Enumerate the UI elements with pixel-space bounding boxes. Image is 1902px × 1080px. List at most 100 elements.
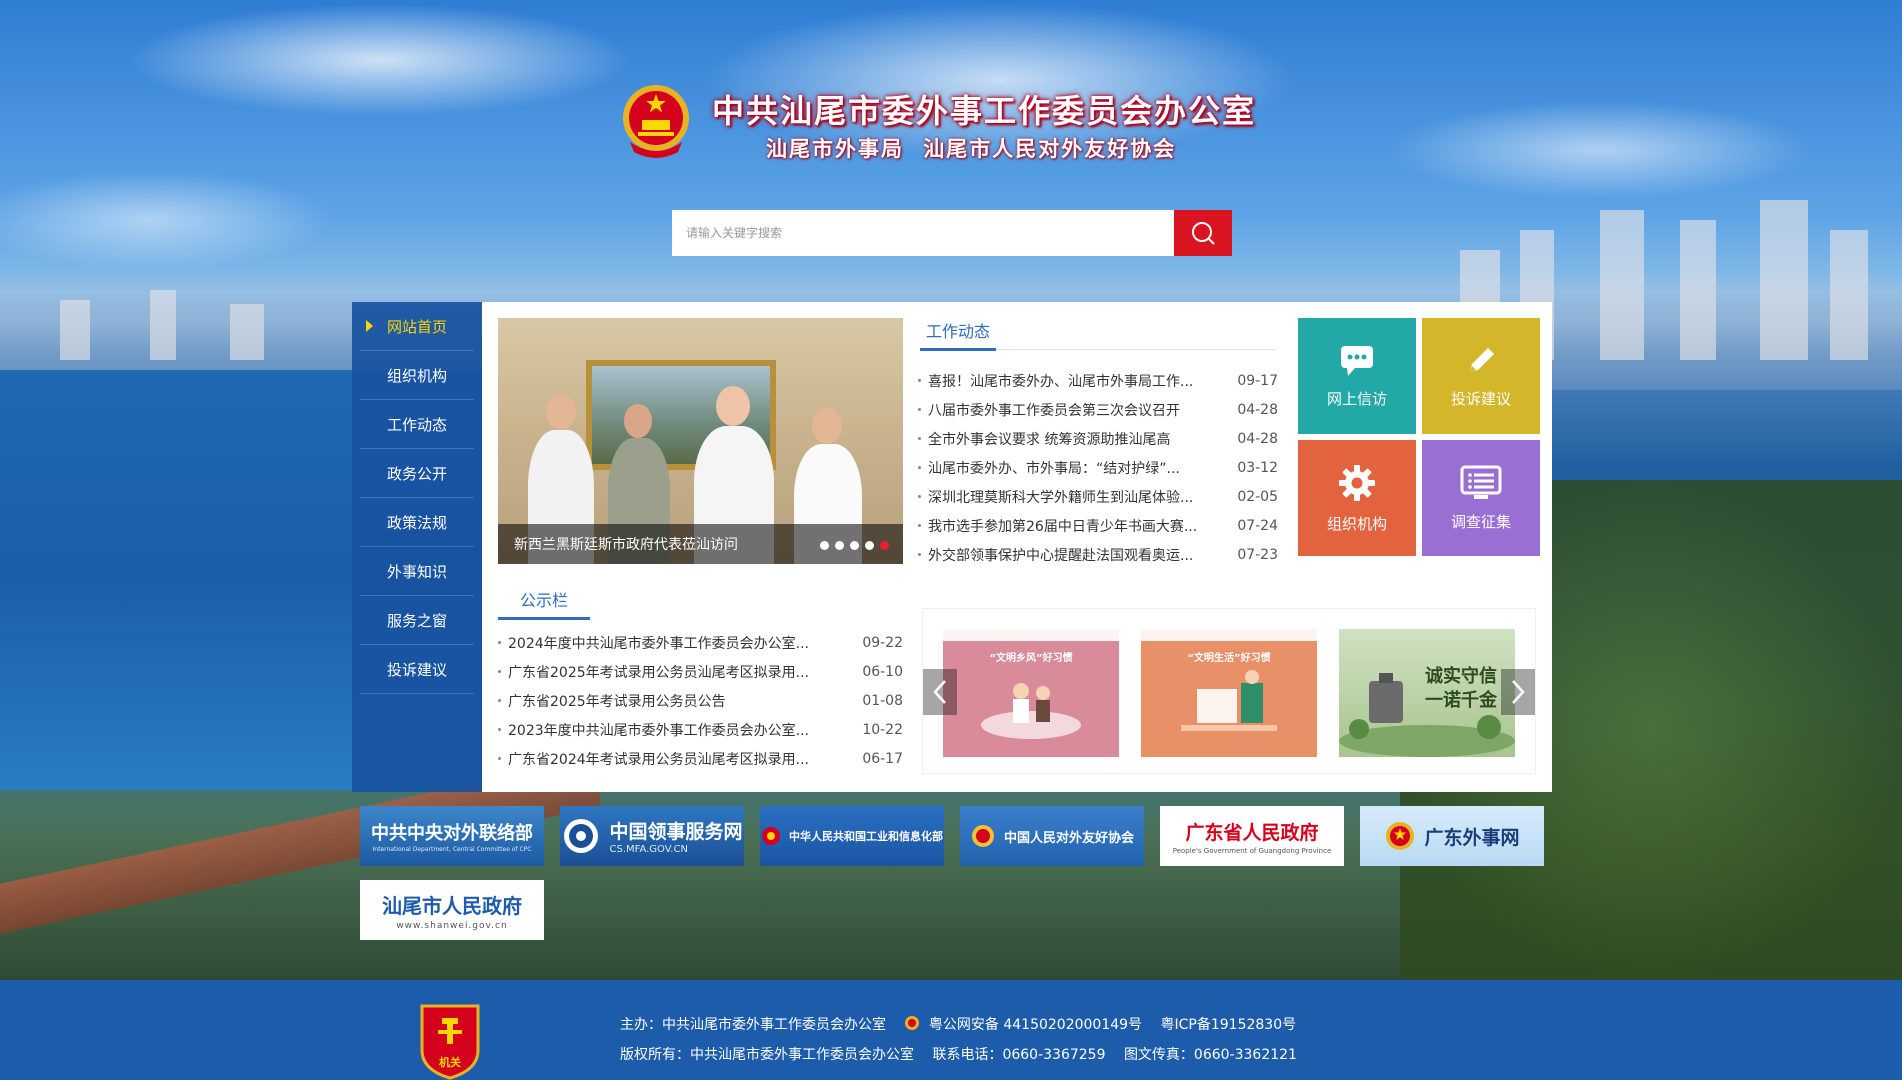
poster-card[interactable]: 诚实守信 一诺千金 bbox=[1339, 629, 1515, 757]
carousel-prev-button[interactable] bbox=[923, 669, 957, 715]
side-navigation: 网站首页 组织机构 工作动态 政务公开 政策法规 外事知识 服务之窗 投诉建议 bbox=[352, 302, 482, 792]
nav-item-work-news[interactable]: 工作动态 bbox=[360, 400, 474, 449]
news-item-title: 我市选手参加第26届中日青少年书画大赛... bbox=[918, 516, 1197, 536]
search-bar bbox=[672, 210, 1232, 256]
pencil-icon bbox=[1470, 347, 1494, 372]
nav-item-organization[interactable]: 组织机构 bbox=[360, 351, 474, 400]
notice-title[interactable]: 公示栏 bbox=[498, 580, 591, 620]
notice-item-title: 2023年度中共汕尾市委外事工作委员会办公室... bbox=[498, 720, 809, 740]
list-icon bbox=[1460, 465, 1502, 499]
news-item-date: 07-24 bbox=[1237, 517, 1278, 534]
footer-police-record-link[interactable]: 粤公网安备 44150202000149号 bbox=[929, 1017, 1142, 1033]
link-subtitle: www.shanwei.gov.cn bbox=[396, 920, 508, 931]
notice-item-date: 01-08 bbox=[862, 692, 903, 709]
link-friendship-association[interactable]: 中国人民对外友好协会 bbox=[960, 806, 1144, 866]
work-news-title[interactable]: 工作动态 bbox=[920, 311, 997, 351]
notice-header: 公示栏 bbox=[498, 578, 903, 620]
nav-item-foreign-affairs-knowledge[interactable]: 外事知识 bbox=[360, 547, 474, 596]
notice-item-date: 06-17 bbox=[862, 750, 903, 767]
photo-slider[interactable]: 新西兰黑斯廷斯市政府代表莅汕访问 bbox=[498, 318, 903, 564]
nav-item-label: 政策法规 bbox=[386, 513, 447, 532]
main-panel: 新西兰黑斯廷斯市政府代表莅汕访问 工作动态 喜报！汕尾市委外办、汕尾市外事局工作… bbox=[482, 302, 1552, 792]
national-emblem-icon bbox=[1386, 822, 1415, 850]
link-subtitle: International Department, Central Commit… bbox=[372, 846, 532, 853]
news-item[interactable]: 深圳北理莫斯科大学外籍师生到汕尾体验... 02-05 bbox=[918, 482, 1278, 511]
notice-item-title: 广东省2025年考试录用公务员公告 bbox=[498, 691, 726, 711]
news-item[interactable]: 八届市委外事工作委员会第三次会议召开 04-28 bbox=[918, 395, 1278, 424]
tile-complaints[interactable]: 投诉建议 bbox=[1422, 318, 1540, 434]
link-name: 中国领事服务网 bbox=[609, 821, 743, 843]
police-badge-icon bbox=[905, 1016, 920, 1030]
link-consular-service[interactable]: 中国领事服务网 CS.MFA.GOV.CN bbox=[560, 806, 744, 866]
tile-survey[interactable]: 调查征集 bbox=[1422, 440, 1540, 556]
news-item[interactable]: 外交部领事保护中心提醒赴法国观看奥运... 07-23 bbox=[918, 540, 1278, 569]
news-item-title: 八届市委外事工作委员会第三次会议召开 bbox=[918, 400, 1180, 420]
news-item[interactable]: 全市外事会议要求 统筹资源助推汕尾高 04-28 bbox=[918, 424, 1278, 453]
link-idcpc[interactable]: 中共中央对外联络部 International Department, Cent… bbox=[360, 806, 544, 866]
notice-item-date: 09-22 bbox=[862, 634, 903, 651]
link-guangdong-foreign-affairs[interactable]: 广东外事网 bbox=[1360, 806, 1544, 866]
footer-fax: 图文传真：0660-3362121 bbox=[1123, 1047, 1297, 1063]
site-title: 中共汕尾市委外事工作委员会办公室 bbox=[712, 92, 1257, 130]
search-button[interactable] bbox=[1174, 210, 1232, 256]
site-subtitle: 汕尾市外事局 汕尾市人民对外友好协会 bbox=[766, 136, 1177, 161]
footer-host: 主办：中共汕尾市委外事工作委员会办公室 bbox=[620, 1017, 886, 1033]
carousel-next-button[interactable] bbox=[1501, 669, 1535, 715]
news-item[interactable]: 喜报！汕尾市委外办、汕尾市外事局工作... 09-17 bbox=[918, 366, 1278, 395]
link-name: 中华人民共和国工业和信息化部 bbox=[789, 830, 943, 843]
tile-organization[interactable]: 组织机构 bbox=[1298, 440, 1416, 556]
nav-item-label: 外事知识 bbox=[386, 562, 447, 581]
link-subtitle: People's Government of Guangdong Provinc… bbox=[1172, 846, 1332, 855]
notice-item[interactable]: 广东省2025年考试录用公务员汕尾考区拟录用... 06-10 bbox=[498, 657, 903, 686]
news-item-title: 深圳北理莫斯科大学外籍师生到汕尾体验... bbox=[918, 487, 1193, 507]
link-miit[interactable]: 中华人民共和国工业和信息化部 bbox=[760, 806, 944, 866]
notice-item[interactable]: 广东省2024年考试录用公务员汕尾考区拟录用... 06-17 bbox=[498, 744, 903, 773]
nav-item-label: 网站首页 bbox=[386, 317, 447, 336]
poster-illustration bbox=[1339, 673, 1515, 757]
tile-label: 投诉建议 bbox=[1450, 389, 1511, 408]
link-guangdong-government[interactable]: 广东省人民政府 People's Government of Guangdong… bbox=[1160, 806, 1344, 866]
tile-label: 调查征集 bbox=[1450, 512, 1511, 531]
notice-item[interactable]: 2024年度中共汕尾市委外事工作委员会办公室... 09-22 bbox=[498, 628, 903, 657]
news-item[interactable]: 我市选手参加第26届中日青少年书画大赛... 07-24 bbox=[918, 511, 1278, 540]
notice-item-date: 06-10 bbox=[862, 663, 903, 680]
footer-phone: 联系电话：0660-3367259 bbox=[932, 1047, 1106, 1063]
notice-item[interactable]: 广东省2025年考试录用公务员公告 01-08 bbox=[498, 686, 903, 715]
slider-dot[interactable] bbox=[820, 541, 829, 550]
tile-online-petition[interactable]: 网上信访 bbox=[1298, 318, 1416, 434]
search-input[interactable] bbox=[672, 210, 1174, 256]
nav-item-label: 工作动态 bbox=[386, 415, 447, 434]
news-item-date: 04-28 bbox=[1237, 401, 1278, 418]
search-icon bbox=[1192, 222, 1215, 245]
notice-item[interactable]: 2023年度中共汕尾市委外事工作委员会办公室... 10-22 bbox=[498, 715, 903, 744]
gear-icon bbox=[1339, 464, 1375, 501]
nav-item-complaints[interactable]: 投诉建议 bbox=[360, 645, 474, 694]
news-item-date: 03-12 bbox=[1237, 459, 1278, 476]
footer-copyright: 版权所有：中共汕尾市委外事工作委员会办公室 bbox=[620, 1047, 914, 1063]
slider-dot-active[interactable] bbox=[880, 541, 889, 550]
slider-dot[interactable] bbox=[865, 541, 874, 550]
chevron-right-icon bbox=[1512, 680, 1525, 704]
nav-item-government-affairs[interactable]: 政务公开 bbox=[360, 449, 474, 498]
slider-caption-text: 新西兰黑斯廷斯市政府代表莅汕访问 bbox=[514, 537, 738, 553]
link-name: 广东外事网 bbox=[1424, 826, 1520, 849]
nav-item-home[interactable]: 网站首页 bbox=[360, 302, 474, 351]
nav-item-service-window[interactable]: 服务之窗 bbox=[360, 596, 474, 645]
slider-dot[interactable] bbox=[835, 541, 844, 550]
news-item[interactable]: 汕尾市委外办、市外事局：“结对护绿”... 03-12 bbox=[918, 453, 1278, 482]
news-item-date: 07-23 bbox=[1237, 546, 1278, 563]
government-seal-icon: 机关 bbox=[420, 1004, 480, 1080]
work-news-list: 喜报！汕尾市委外办、汕尾市外事局工作... 09-17 八届市委外事工作委员会第三… bbox=[918, 366, 1278, 569]
footer-icp-link[interactable]: 粤ICP备19152830号 bbox=[1161, 1017, 1297, 1033]
nav-item-label: 投诉建议 bbox=[386, 660, 447, 679]
poster-card[interactable]: “文明乡风”好习惯 bbox=[943, 629, 1119, 757]
slider-dots bbox=[820, 541, 889, 550]
slider-dot[interactable] bbox=[850, 541, 859, 550]
national-emblem-icon bbox=[623, 85, 689, 158]
poster-card[interactable]: “文明生活”好习惯 bbox=[1141, 629, 1317, 757]
link-shanwei-government[interactable]: 汕尾市人民政府 www.shanwei.gov.cn bbox=[360, 880, 544, 940]
nav-item-policies[interactable]: 政策法规 bbox=[360, 498, 474, 547]
nav-item-label: 服务之窗 bbox=[386, 611, 447, 630]
news-item-date: 09-17 bbox=[1237, 372, 1278, 389]
news-item-date: 02-05 bbox=[1237, 488, 1278, 505]
